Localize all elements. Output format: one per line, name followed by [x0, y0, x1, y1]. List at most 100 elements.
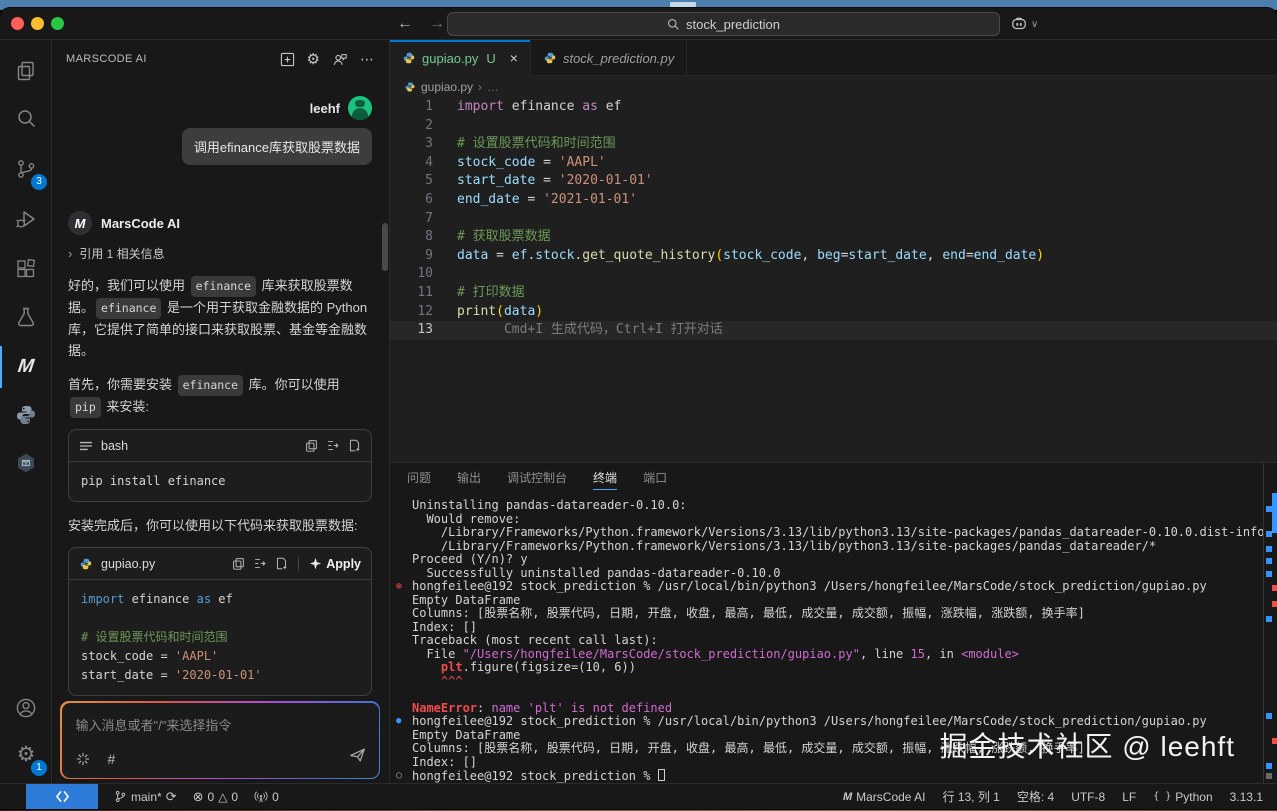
close-tab-icon[interactable]: ×: [510, 50, 518, 66]
activitybar-testing[interactable]: [0, 294, 52, 340]
panel-tab-1[interactable]: 输出: [457, 463, 481, 494]
terminal-line: ⊗hongfeilee@192 stock_prediction % /usr/…: [412, 580, 1263, 594]
insert-at-cursor-icon[interactable]: [253, 557, 267, 570]
problems-status[interactable]: ⊗ 0 △ 0: [193, 789, 239, 805]
panel-tab-3[interactable]: 终端: [593, 463, 617, 494]
errors-icon: ⊗: [193, 789, 204, 805]
activitybar-extension-extra[interactable]: [0, 440, 52, 486]
activitybar-python[interactable]: [0, 392, 52, 438]
code-line[interactable]: 8# 获取股票数据: [390, 228, 1277, 247]
line-number: 1: [390, 98, 433, 117]
indentation-status[interactable]: 空格: 4: [1017, 788, 1054, 805]
line-content: end_date = '2021-01-01': [433, 191, 637, 210]
line-content: # 获取股票数据: [433, 228, 551, 247]
code-line[interactable]: 7: [390, 210, 1277, 229]
code-line[interactable]: 4stock_code = 'AAPL': [390, 154, 1277, 173]
tab-gupiao-py[interactable]: gupiao.py U ×: [390, 40, 531, 76]
command-decoration-icon[interactable]: ⊗: [396, 580, 402, 594]
panel-tab-0[interactable]: 问题: [407, 463, 431, 494]
terminal-line: Successfully uninstalled pandas-dataread…: [412, 567, 1263, 581]
code-line[interactable]: 13 Cmd+I 生成代码，Ctrl+I 打开对话: [390, 321, 1277, 340]
language-mode[interactable]: { } Python: [1153, 790, 1212, 804]
activitybar-explorer[interactable]: [0, 48, 52, 94]
chevron-right-icon: ›: [68, 246, 72, 261]
remote-indicator[interactable]: [26, 784, 98, 809]
code-line[interactable]: 1import efinance as ef: [390, 98, 1277, 117]
zoom-window-button[interactable]: [51, 17, 64, 30]
commands-spark-icon[interactable]: [76, 752, 90, 766]
settings-gear-icon[interactable]: ⚙: [307, 50, 320, 68]
code-line[interactable]: 2: [390, 117, 1277, 136]
new-file-icon[interactable]: [348, 439, 361, 452]
terminal-line: Uninstalling pandas-datareader-0.10.0:: [412, 499, 1263, 513]
references-toggle[interactable]: ›引用 1 相关信息: [68, 245, 372, 262]
code-line[interactable]: 5start_date = '2020-01-01': [390, 172, 1277, 191]
eol-status[interactable]: LF: [1122, 790, 1136, 804]
python-file-icon: [404, 81, 416, 93]
tab-stock-prediction-py[interactable]: stock_prediction.py: [531, 40, 687, 76]
code-line[interactable]: 10: [390, 265, 1277, 284]
panel-tab-4[interactable]: 端口: [643, 463, 667, 494]
insert-at-cursor-icon[interactable]: [326, 439, 340, 452]
remote-icon: [55, 790, 70, 803]
code-editor[interactable]: 1import efinance as ef23# 设置股票代码和时间范围4st…: [390, 98, 1277, 462]
copy-icon[interactable]: [305, 439, 318, 452]
terminal-line: Empty DataFrame: [412, 594, 1263, 608]
background-fragment: [670, 2, 696, 7]
context-hash-button[interactable]: #: [108, 751, 116, 767]
panel-tab-2[interactable]: 调试控制台: [507, 463, 567, 494]
line-number: 6: [390, 191, 433, 210]
new-file-icon[interactable]: [275, 557, 288, 570]
navigate-back-button[interactable]: ←: [392, 11, 418, 37]
sparkle-icon: [309, 557, 322, 570]
code-block-line: [81, 609, 359, 628]
activitybar-account[interactable]: [0, 685, 52, 731]
copy-icon[interactable]: [232, 557, 245, 570]
close-window-button[interactable]: [11, 17, 24, 30]
activitybar-run-debug[interactable]: [0, 196, 52, 242]
feedback-icon[interactable]: [332, 52, 348, 67]
git-branch-status[interactable]: main* ⟳: [114, 789, 177, 805]
command-decoration-icon[interactable]: ○: [396, 769, 402, 783]
ruler-mark: [1266, 546, 1272, 552]
bottom-panel: 问题输出调试控制台终端端口 Uninstalling pandas-datare…: [390, 462, 1277, 783]
minimize-window-button[interactable]: [31, 17, 44, 30]
terminal-scrollbar-thumb[interactable]: [1272, 493, 1277, 533]
line-number: 11: [390, 284, 433, 303]
user-message-header: leehf: [68, 96, 372, 120]
inline-code-chip: efinance: [96, 298, 161, 319]
new-chat-icon[interactable]: [280, 52, 295, 67]
send-plane-icon: [349, 746, 367, 764]
sidebar-scrollbar[interactable]: [382, 223, 388, 271]
encoding-status[interactable]: UTF-8: [1071, 790, 1105, 804]
code-line[interactable]: 6end_date = '2021-01-01': [390, 191, 1277, 210]
code-line[interactable]: 11# 打印数据: [390, 284, 1277, 303]
ruler-mark: [1266, 763, 1272, 769]
command-decoration-icon[interactable]: ●: [396, 715, 401, 729]
activitybar-extensions[interactable]: [0, 246, 52, 292]
activitybar-settings[interactable]: ⚙ 1: [0, 731, 52, 777]
inline-code-chip: efinance: [191, 276, 256, 297]
command-center-search[interactable]: stock_prediction: [447, 12, 1000, 36]
marscode-status[interactable]: M MarsCode AI: [843, 790, 926, 804]
send-button[interactable]: [349, 746, 367, 769]
ports-status[interactable]: 0: [254, 790, 279, 804]
shell-icon: [79, 440, 93, 452]
copilot-menu[interactable]: ∨: [1010, 12, 1038, 36]
chat-input[interactable]: 输入消息或者"/"来选择指令 #: [60, 701, 380, 779]
python-version[interactable]: 3.13.1: [1230, 790, 1263, 804]
apply-button[interactable]: Apply: [309, 557, 361, 571]
code-line[interactable]: 12print(data): [390, 303, 1277, 322]
more-actions-icon[interactable]: ⋯: [360, 51, 375, 68]
package-icon: [14, 451, 38, 475]
cursor-position[interactable]: 行 13, 列 1: [942, 788, 999, 805]
code-line[interactable]: 3# 设置股票代码和时间范围: [390, 135, 1277, 154]
activitybar-search[interactable]: [0, 96, 52, 142]
chat-code-block: bashpip install efinance: [68, 429, 372, 502]
sync-icon[interactable]: ⟳: [166, 789, 177, 805]
activitybar-marscode[interactable]: M: [0, 344, 52, 390]
activitybar-source-control[interactable]: 3: [0, 146, 52, 192]
breadcrumb[interactable]: gupiao.py › …: [390, 76, 1277, 98]
code-line[interactable]: 9data = ef.stock.get_quote_history(stock…: [390, 247, 1277, 266]
branch-name: main*: [131, 790, 162, 804]
